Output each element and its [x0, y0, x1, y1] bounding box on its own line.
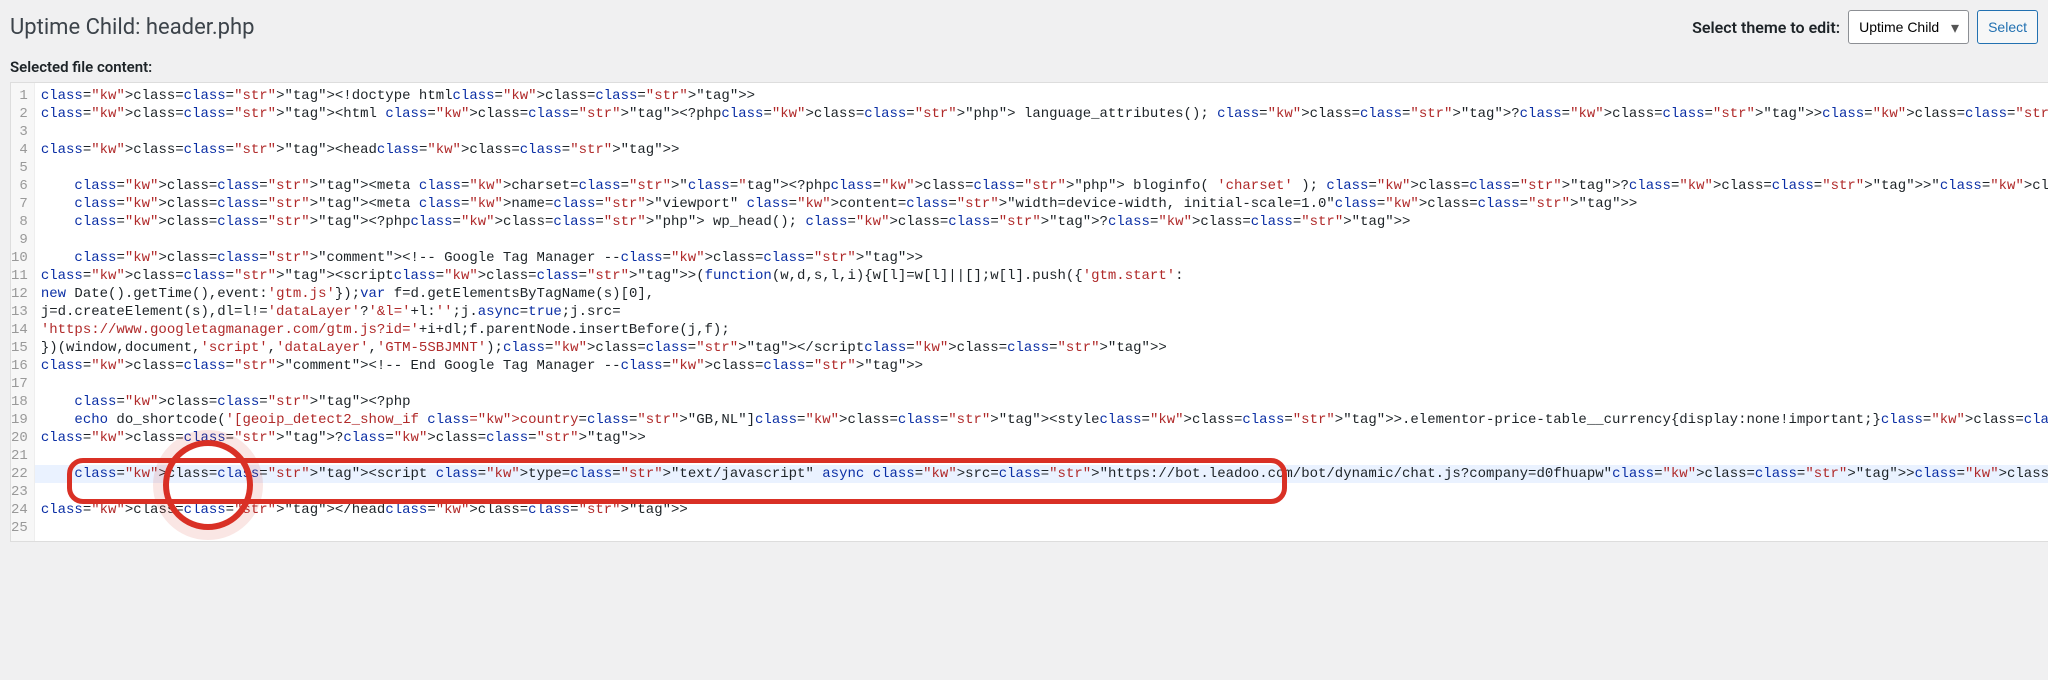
- code-line[interactable]: class="kw">class=class="str">"tag"><meta…: [35, 195, 2048, 213]
- theme-select[interactable]: Uptime Child: [1848, 10, 1969, 44]
- code-line[interactable]: class="kw">class=class="str">"comment"><…: [35, 357, 2048, 375]
- code-line[interactable]: new Date().getTime(),event:'gtm.js'});va…: [35, 285, 2048, 303]
- code-line[interactable]: [35, 159, 2048, 177]
- code-line[interactable]: class="kw">class=class="str">"tag"><scri…: [35, 267, 2048, 285]
- selected-file-label: Selected file content:: [0, 44, 2048, 82]
- code-line[interactable]: class="kw">class=class="str">"tag"></hea…: [35, 501, 2048, 519]
- code-line[interactable]: class="kw">class=class="str">"tag"><?php…: [35, 213, 2048, 231]
- code-line[interactable]: [35, 231, 2048, 249]
- code-line[interactable]: [35, 519, 2048, 537]
- code-line[interactable]: [35, 375, 2048, 393]
- code-line[interactable]: class="kw">class=class="str">"tag"><scri…: [35, 465, 2048, 483]
- code-editor[interactable]: 1234567891011121314151617181920212223242…: [10, 82, 2048, 542]
- code-line[interactable]: class="kw">class=class="str">"tag"><html…: [35, 105, 2048, 123]
- code-line[interactable]: 'https://www.googletagmanager.com/gtm.js…: [35, 321, 2048, 339]
- select-theme-button[interactable]: Select: [1977, 10, 2038, 44]
- code-line[interactable]: class="kw">class=class="str">"tag"><!doc…: [35, 87, 2048, 105]
- code-line[interactable]: j=d.createElement(s),dl=l!='dataLayer'?'…: [35, 303, 2048, 321]
- page-title: Uptime Child: header.php: [10, 15, 255, 40]
- code-line[interactable]: })(window,document,'script','dataLayer',…: [35, 339, 2048, 357]
- code-line[interactable]: [35, 447, 2048, 465]
- code-line[interactable]: [35, 483, 2048, 501]
- theme-select-label: Select theme to edit:: [1692, 18, 1840, 37]
- code-line[interactable]: class="kw">class=class="str">"comment"><…: [35, 249, 2048, 267]
- code-line[interactable]: class="kw">class=class="str">"tag">?clas…: [35, 429, 2048, 447]
- code-line[interactable]: [35, 123, 2048, 141]
- code-line[interactable]: class="kw">class=class="str">"tag"><head…: [35, 141, 2048, 159]
- code-gutter: 1234567891011121314151617181920212223242…: [11, 83, 35, 541]
- code-line[interactable]: class="kw">class=class="str">"tag"><meta…: [35, 177, 2048, 195]
- code-line[interactable]: class="kw">class=class="str">"tag"><?php: [35, 393, 2048, 411]
- code-line[interactable]: echo do_shortcode('[geoip_detect2_show_i…: [35, 411, 2048, 429]
